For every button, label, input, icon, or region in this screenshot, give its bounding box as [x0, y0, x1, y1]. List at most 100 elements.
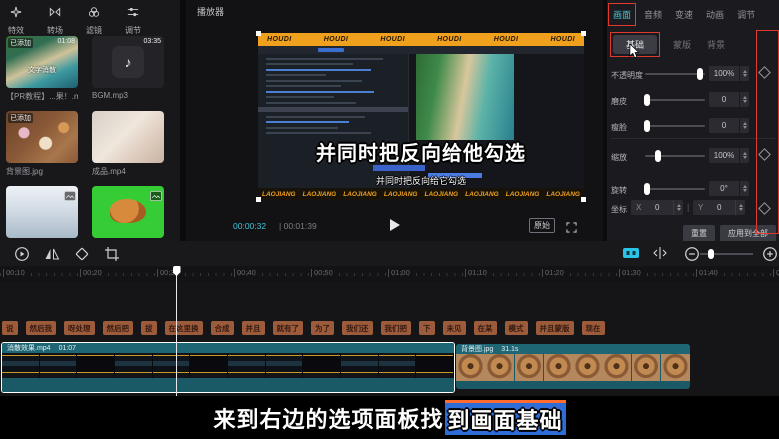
subtitle-clip[interactable]: 拔	[141, 321, 157, 335]
timeline-zoom-slider[interactable]	[700, 253, 753, 255]
zoom-in-icon[interactable]	[762, 246, 778, 262]
subtitle-clip[interactable]: 下	[419, 321, 435, 335]
tab-音频[interactable]: 音频	[642, 7, 664, 22]
ui-text-line	[266, 116, 365, 118]
subtitle-clip[interactable]: 在某	[474, 321, 497, 335]
slider-row-缩放: 缩放100%	[607, 146, 779, 166]
snap-icon[interactable]	[622, 246, 640, 262]
subtitle-clip[interactable]: 未见	[443, 321, 466, 335]
stepper[interactable]	[740, 66, 749, 81]
beach-thumbnail[interactable]: 已添加01:08文字消散	[6, 36, 78, 88]
slider-knob[interactable]	[697, 68, 703, 80]
tab-动画[interactable]: 动画	[704, 7, 726, 22]
subtitle-clip[interactable]: 说	[2, 321, 18, 335]
media-item[interactable]: 已添加背景图.jpg	[6, 111, 78, 177]
timeline-clip-image[interactable]: 背景图.jpg 31.1s	[456, 344, 690, 389]
toolbar-item-转场[interactable]: 转场	[42, 5, 68, 33]
donuts-thumbnail[interactable]: 已添加	[6, 111, 78, 163]
subtitle-clip[interactable]: 模式	[505, 321, 528, 335]
media-item[interactable]: 已添加01:08文字消散【PR教程】...果！.mp4	[6, 36, 78, 102]
mirror-icon[interactable]	[44, 246, 60, 262]
timeline-ruler[interactable]: 00:1000:2000:3000:4000:5001:0001:1001:20…	[0, 266, 779, 282]
transform-handle[interactable]	[581, 31, 586, 36]
media-item[interactable]: 03:35♪BGM.mp3	[92, 36, 164, 102]
tab-画面[interactable]: 画面	[611, 7, 633, 22]
keyframe-diamond-icon[interactable]	[758, 202, 771, 215]
clouds-thumbnail[interactable]	[6, 186, 78, 238]
music-thumbnail[interactable]: 03:35♪	[92, 36, 164, 88]
transform-handle[interactable]	[256, 31, 261, 36]
subtitle-clip[interactable]: 我们把	[381, 321, 412, 335]
slider-track[interactable]	[645, 155, 705, 157]
slider-track[interactable]	[645, 73, 705, 75]
stepper[interactable]	[735, 200, 745, 215]
subtab-背景[interactable]: 背景	[707, 38, 725, 51]
subtab-蒙版[interactable]: 蒙版	[673, 38, 691, 51]
zoom-out-icon[interactable]	[684, 246, 700, 262]
keyframe-diamond-icon[interactable]	[758, 66, 771, 79]
tab-调节[interactable]: 调节	[735, 7, 757, 22]
media-item[interactable]: 成品.mp4	[92, 111, 164, 177]
transform-handle[interactable]	[581, 197, 586, 202]
subtitle-clip[interactable]: 就有了	[273, 321, 304, 335]
expand-tracks-icon[interactable]	[652, 246, 668, 262]
timeline-clip-video[interactable]: 消散效果.mp4 01:07	[1, 342, 455, 393]
crop-icon[interactable]	[104, 246, 120, 262]
subtitle-clip[interactable]: 并且蒙版	[536, 321, 574, 335]
rotate-icon[interactable]	[74, 246, 90, 262]
stepper[interactable]	[673, 200, 683, 215]
stepper[interactable]	[740, 118, 749, 133]
subtitle-clip[interactable]: 并且	[242, 321, 265, 335]
play-button[interactable]	[390, 219, 400, 231]
timeline-panel: 00:1000:2000:3000:4000:5001:0001:1001:20…	[0, 241, 779, 396]
subtitle-clip[interactable]: 现在	[582, 321, 605, 335]
media-item-name: 【PR教程】...果！.mp4	[6, 91, 78, 102]
keyframe-diamond-icon[interactable]	[758, 148, 771, 161]
recorded-app-toolbar	[258, 46, 584, 54]
video-preview[interactable]: HOUDIHOUDIHOUDIHOUDIHOUDIHOUDI 并同时把反向给他勾…	[258, 33, 584, 200]
quality-button[interactable]: 原始	[529, 218, 555, 233]
reset-button[interactable]: 重置	[683, 225, 715, 242]
slider-knob[interactable]	[644, 183, 650, 195]
fullscreen-icon[interactable]	[566, 220, 577, 231]
playhead[interactable]	[176, 266, 177, 396]
transform-handle[interactable]	[256, 197, 261, 202]
stepper[interactable]	[740, 181, 749, 196]
subtitle-clip[interactable]: 在这里换	[165, 321, 203, 335]
toolbar-item-滤镜[interactable]: 滤镜	[81, 5, 107, 33]
subtitle-clip[interactable]: 呀处理	[64, 321, 95, 335]
slider-knob[interactable]	[655, 150, 661, 162]
slider-track[interactable]	[645, 188, 705, 190]
image-icon	[150, 188, 162, 198]
player-title: 播放器	[197, 5, 224, 18]
subtitle-clip[interactable]: 然后把	[103, 321, 134, 335]
stepper[interactable]	[740, 148, 749, 163]
apply-to-all-button[interactable]: 应用到全部	[720, 225, 776, 242]
subtitle-clip[interactable]: 然后我	[26, 321, 57, 335]
subtitle-clip[interactable]: 为了	[311, 321, 334, 335]
slider-value[interactable]: 0	[709, 118, 739, 133]
watermark-text: HOUDI	[324, 36, 349, 43]
tiger-thumbnail[interactable]	[92, 186, 164, 238]
coordinate-y-input[interactable]: Y 0	[693, 200, 745, 215]
slider-value[interactable]: 0	[709, 92, 739, 107]
subtitle-clip[interactable]: 合成	[211, 321, 234, 335]
tab-变速[interactable]: 变速	[673, 7, 695, 22]
girl-thumbnail[interactable]	[92, 111, 164, 163]
slider-knob[interactable]	[644, 120, 650, 132]
toolbar-item-调节[interactable]: 调节	[120, 5, 146, 33]
slider-track[interactable]	[645, 99, 705, 101]
slider-value[interactable]: 100%	[709, 66, 739, 81]
subtitle-clip[interactable]: 我们还	[342, 321, 373, 335]
slider-value[interactable]: 0°	[709, 181, 739, 196]
stepper[interactable]	[740, 92, 749, 107]
slider-knob[interactable]	[644, 94, 650, 106]
adjust-icon	[127, 5, 139, 23]
coordinate-x-input[interactable]: X 0	[631, 200, 683, 215]
slider-value[interactable]: 100%	[709, 148, 739, 163]
slider-track[interactable]	[645, 125, 705, 127]
preview-axis-icon[interactable]	[14, 246, 30, 262]
watermark-band-bottom: LAOJIANGLAOJIANGLAOJIANGLAOJIANGLAOJIANG…	[258, 188, 584, 200]
toolbar-item-特效[interactable]: 特效	[3, 5, 29, 33]
slider-row-旋转: 旋转0°	[607, 179, 779, 199]
